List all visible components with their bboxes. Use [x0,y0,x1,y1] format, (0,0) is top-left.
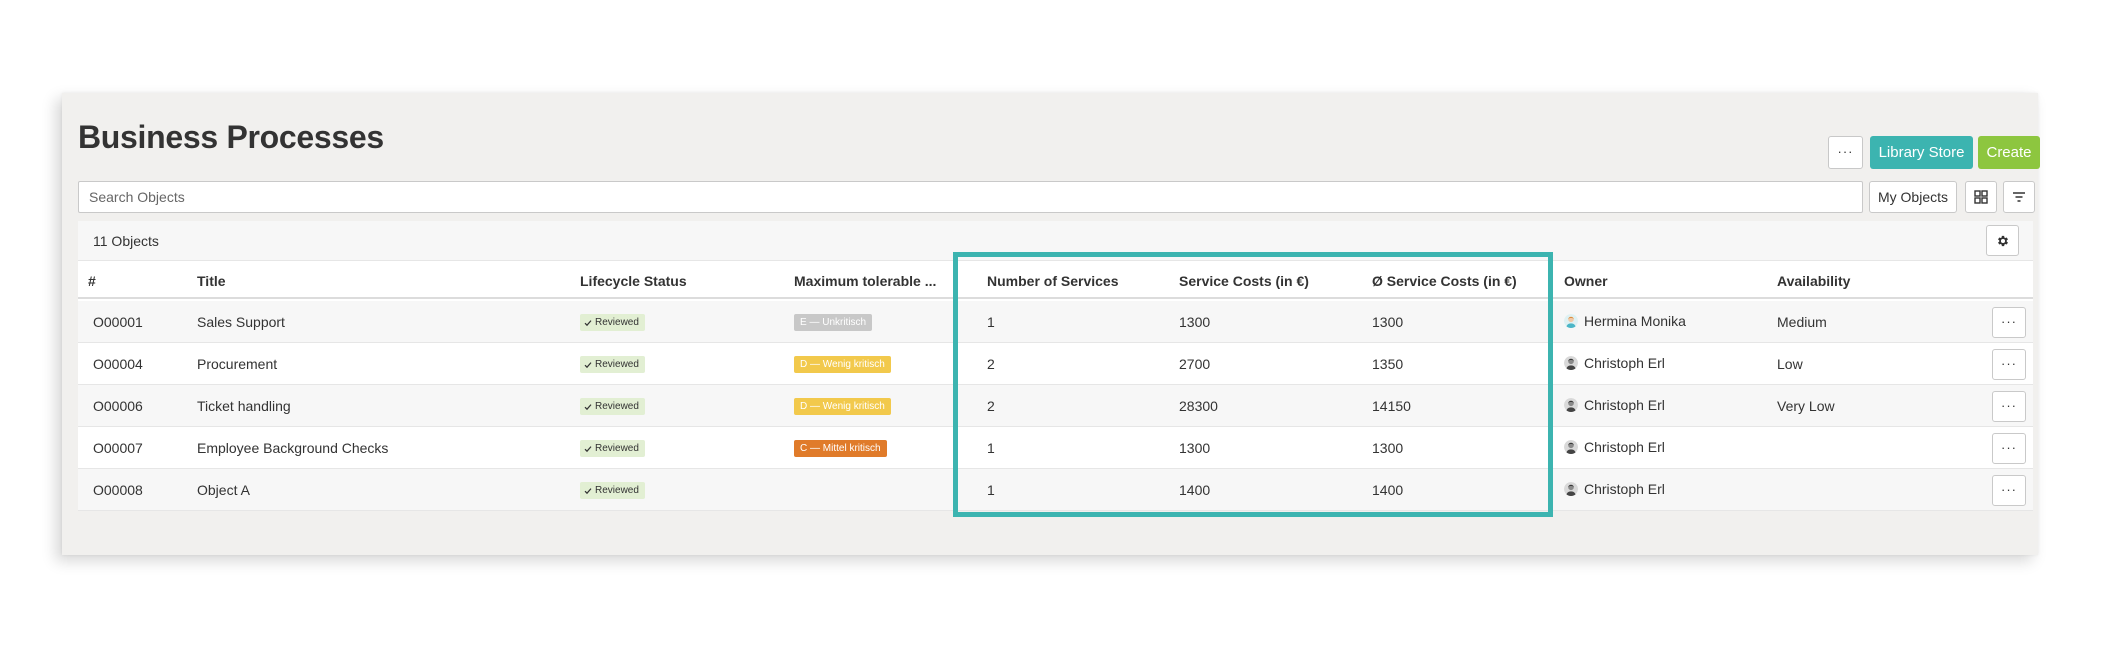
cell-owner[interactable]: Hermina Monika [1564,313,1686,329]
column-header-lifecycle[interactable]: Lifecycle Status [580,273,687,289]
criticality-badge: E — Unkritisch [794,314,873,331]
more-actions-button[interactable]: ··· [1828,136,1863,169]
lifecycle-badge: Reviewed [580,314,645,331]
cell-number-of-services: 2 [987,398,995,414]
avatar-icon [1564,356,1578,370]
my-objects-button[interactable]: My Objects [1869,181,1957,213]
table-header: # Title Lifecycle Status Maximum tolerab… [78,261,2033,299]
cell-title[interactable]: Sales Support [197,314,285,330]
owner-name: Christoph Erl [1584,481,1665,497]
column-header-title[interactable]: Title [197,273,226,289]
criticality-badge: C — Mittel kritisch [794,440,887,457]
grid-view-button[interactable] [1965,181,1997,213]
row-more-button[interactable]: ··· [1992,391,2026,422]
cell-owner[interactable]: Christoph Erl [1564,439,1665,455]
cell-title[interactable]: Employee Background Checks [197,440,388,456]
lifecycle-badge: Reviewed [580,398,645,415]
lifecycle-badge: Reviewed [580,482,645,499]
table-settings-button[interactable] [1986,225,2019,256]
cell-id: O00001 [93,314,143,330]
cell-avg-service-costs: 1300 [1372,440,1404,456]
lifecycle-label: Reviewed [595,359,639,370]
count-bar: 11 Objects [78,221,2033,261]
avatar-icon [1564,440,1578,454]
gear-icon [1997,235,2008,246]
table-row[interactable]: O00007 Employee Background Checks Reviewed… [78,427,2033,469]
row-more-button[interactable]: ··· [1992,307,2026,338]
cell-owner[interactable]: Christoph Erl [1564,397,1665,413]
lifecycle-label: Reviewed [595,317,639,328]
cell-id: O00008 [93,482,143,498]
cell-service-costs: 2700 [1179,356,1211,372]
criticality-badge: D — Wenig kritisch [794,398,891,415]
cell-owner[interactable]: Christoph Erl [1564,481,1665,497]
cell-title[interactable]: Procurement [197,356,277,372]
cell-id: O00004 [93,356,143,372]
cell-id: O00006 [93,398,143,414]
row-more-button[interactable]: ··· [1992,433,2026,464]
column-header-avg-service-costs[interactable]: Ø Service Costs (in €) [1372,273,1517,289]
cell-service-costs: 28300 [1179,398,1218,414]
cell-availability: Very Low [1777,398,1835,414]
cell-service-costs: 1300 [1179,314,1211,330]
cell-number-of-services: 2 [987,356,995,372]
owner-name: Christoph Erl [1584,355,1665,371]
page-title: Business Processes [78,119,384,155]
column-header-max-tolerable[interactable]: Maximum tolerable ... [794,273,936,289]
checkmark-icon [584,487,592,494]
grid-icon [1974,190,1988,204]
column-header-owner[interactable]: Owner [1564,273,1608,289]
lifecycle-label: Reviewed [595,485,639,496]
column-header-service-costs[interactable]: Service Costs (in €) [1179,273,1309,289]
search-input[interactable] [78,181,1863,213]
lifecycle-badge: Reviewed [580,440,645,457]
row-more-button[interactable]: ··· [1992,349,2026,380]
avatar-icon [1564,398,1578,412]
object-count: 11 Objects [93,233,159,249]
cell-number-of-services: 1 [987,314,995,330]
app-window: Business Processes ··· Library Store Cre… [62,93,2040,555]
filter-button[interactable] [2003,181,2035,213]
cell-title[interactable]: Object A [197,482,250,498]
lifecycle-label: Reviewed [595,443,639,454]
table-row[interactable]: O00008 Object A Reviewed 1 1400 1400 Christoph… [78,469,2033,511]
objects-table: 11 Objects # Title Lifecycle Status Maxi… [78,221,2033,511]
cell-avg-service-costs: 1300 [1372,314,1404,330]
cell-service-costs: 1300 [1179,440,1211,456]
library-store-button[interactable]: Library Store [1870,136,1973,169]
cell-id: O00007 [93,440,143,456]
owner-name: Christoph Erl [1584,397,1665,413]
avatar-icon [1564,482,1578,496]
owner-name: Christoph Erl [1584,439,1665,455]
column-header-number-of-services[interactable]: Number of Services [987,273,1119,289]
table-row[interactable]: O00001 Sales Support Reviewed E — Unkritisc… [78,301,2033,343]
filter-icon [2013,192,2025,202]
cell-number-of-services: 1 [987,482,995,498]
checkmark-icon [584,445,592,452]
cell-service-costs: 1400 [1179,482,1211,498]
cell-availability: Medium [1777,314,1827,330]
cell-avg-service-costs: 1400 [1372,482,1404,498]
row-more-button[interactable]: ··· [1992,475,2026,506]
checkmark-icon [584,403,592,410]
cell-number-of-services: 1 [987,440,995,456]
lifecycle-label: Reviewed [595,401,639,412]
cell-owner[interactable]: Christoph Erl [1564,355,1665,371]
cell-title[interactable]: Ticket handling [197,398,291,414]
checkmark-icon [584,361,592,368]
criticality-badge: D — Wenig kritisch [794,356,891,373]
owner-name: Hermina Monika [1584,313,1686,329]
table-row[interactable]: O00006 Ticket handling Reviewed D — Wenig k… [78,385,2033,427]
avatar-icon [1564,314,1578,328]
column-header-availability[interactable]: Availability [1777,273,1850,289]
cell-avg-service-costs: 1350 [1372,356,1404,372]
cell-availability: Low [1777,356,1803,372]
table-row[interactable]: O00004 Procurement Reviewed D — Wenig kriti… [78,343,2033,385]
lifecycle-badge: Reviewed [580,356,645,373]
checkmark-icon [584,319,592,326]
column-header-id[interactable]: # [88,273,96,289]
create-button[interactable]: Create [1978,136,2040,169]
cell-avg-service-costs: 14150 [1372,398,1411,414]
